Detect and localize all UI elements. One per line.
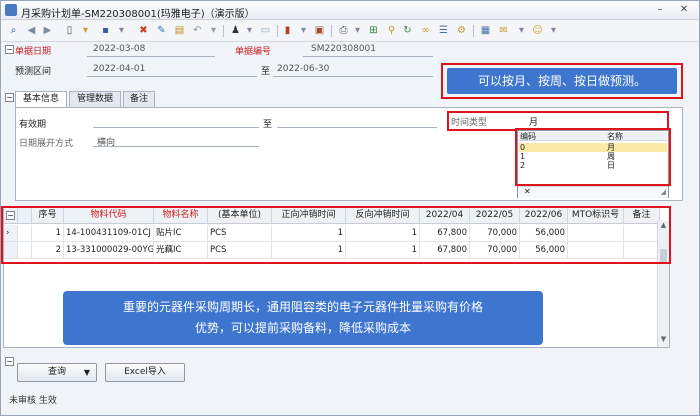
time-type-field[interactable]: 月 — [529, 115, 538, 128]
mail-icon[interactable]: ✉ — [497, 24, 510, 37]
print-dropdown-icon[interactable]: ▾ — [351, 24, 364, 37]
link-icon[interactable]: ∞ — [419, 24, 432, 37]
query-button-label: 查询 — [47, 367, 66, 377]
tools-icon[interactable]: ⚙ — [455, 24, 468, 37]
forward-icon[interactable]: ▶ — [41, 24, 54, 37]
dropdown-highlight — [515, 128, 671, 186]
window-title: 月采购计划单-SM220308001(玛雅电子)（演示版） — [21, 9, 255, 20]
user-dropdown-icon[interactable]: ▾ — [243, 24, 256, 37]
list-icon[interactable]: ☰ — [437, 24, 450, 37]
callout-top: 可以按月、按周、按日做预测。 — [447, 68, 677, 94]
grid-icon[interactable]: ▦ — [479, 24, 492, 37]
tabs-collapse-toggle[interactable]: − — [5, 93, 14, 102]
book-dropdown-icon[interactable]: ▾ — [297, 24, 310, 37]
doc-no-label: 单据编号 — [235, 47, 272, 57]
undo-icon[interactable]: ↶ — [191, 24, 204, 37]
report-icon[interactable]: ▣ — [313, 24, 326, 37]
status-text: 未审核 生效 — [9, 396, 57, 406]
doc-date-field[interactable]: 2022-03-08 — [93, 44, 145, 54]
dropdown-close-icon[interactable]: ✕ — [524, 187, 531, 196]
copy-icon[interactable]: ▤ — [173, 24, 186, 37]
doc-date-label: 单据日期 — [15, 47, 52, 57]
delete-icon[interactable]: ✖ — [137, 24, 150, 37]
close-button[interactable]: ✕ — [677, 4, 691, 16]
grid-highlight — [1, 206, 671, 264]
forecast-to-field[interactable]: 2022-06-30 — [277, 64, 329, 74]
forecast-range-label: 预测区间 — [15, 67, 52, 77]
query-button[interactable]: 查询 ▼ — [17, 363, 97, 382]
valid-period-label: 有效期 — [19, 120, 47, 130]
app-icon — [5, 4, 17, 16]
callout-bottom: 重要的元器件采购周期长，通用阻容类的电子元器件批量采购有价格 优势，可以提前采购… — [63, 291, 543, 345]
dropdown-footer: ✕ ◢ — [518, 186, 668, 198]
toolbar: ⌕ ◀ ▶ ▯ ▾ ▪ ▾ ✖ ✎ ▤ ↶ ▾ ♟ ▾ ▭ ▮ ▾ ▣ ⎙ ▾ … — [1, 20, 699, 42]
chat-dropdown-icon[interactable]: ▾ — [547, 24, 560, 37]
preview-icon[interactable]: ⌕ — [7, 24, 20, 37]
find-icon[interactable]: ⚲ — [385, 24, 398, 37]
title-bar: 月采购计划单-SM220308001(玛雅电子)（演示版） – ✕ — [1, 1, 699, 20]
book-icon[interactable]: ▮ — [281, 24, 294, 37]
forecast-from-field[interactable]: 2022-04-01 — [93, 64, 145, 74]
back-icon[interactable]: ◀ — [25, 24, 38, 37]
user-icon[interactable]: ♟ — [229, 24, 242, 37]
resize-grip-icon[interactable]: ◢ — [661, 188, 666, 196]
expand-mode-label: 日期展开方式 — [19, 139, 74, 149]
minimize-button[interactable]: – — [653, 4, 667, 16]
footer-collapse-toggle[interactable]: − — [5, 357, 14, 366]
header-collapse-toggle[interactable]: − — [5, 45, 14, 54]
edit-icon[interactable]: ✎ — [155, 24, 168, 37]
time-type-label: 时间类型 — [451, 118, 488, 128]
new-icon[interactable]: ▯ — [63, 24, 76, 37]
doc-no-field[interactable]: SM220308001 — [311, 44, 376, 54]
app-window: 月采购计划单-SM220308001(玛雅电子)（演示版） – ✕ ⌕ ◀ ▶ … — [0, 0, 700, 416]
valid-to-label: 至 — [263, 120, 273, 130]
tab-notes[interactable]: 备注 — [123, 91, 155, 107]
save-icon[interactable]: ▪ — [99, 24, 112, 37]
undo-dropdown-icon[interactable]: ▾ — [207, 24, 220, 37]
mail-dropdown-icon[interactable]: ▾ — [515, 24, 528, 37]
document-icon[interactable]: ▭ — [259, 24, 272, 37]
print-icon[interactable]: ⎙ — [337, 24, 350, 37]
scroll-down-icon[interactable]: ▼ — [658, 335, 669, 345]
save-dropdown-icon[interactable]: ▾ — [115, 24, 128, 37]
callout-bottom-line1: 重要的元器件采购周期长，通用阻容类的电子元器件批量采购有价格 — [122, 300, 483, 314]
open-icon[interactable]: ▾ — [79, 24, 92, 37]
excel-import-button[interactable]: Excel导入 — [105, 363, 185, 382]
callout-bottom-line2: 优势，可以提前采购备料，降低采购成本 — [194, 321, 411, 335]
forecast-to-label: 至 — [261, 67, 271, 77]
filter-icon[interactable]: ⊞ — [367, 24, 380, 37]
chat-icon[interactable]: ☺ — [531, 24, 544, 37]
chevron-down-icon[interactable]: ▼ — [84, 364, 90, 381]
refresh-icon[interactable]: ↻ — [401, 24, 414, 37]
tab-management-data[interactable]: 管理数据 — [69, 91, 121, 107]
tab-basic-info[interactable]: 基本信息 — [15, 91, 67, 108]
